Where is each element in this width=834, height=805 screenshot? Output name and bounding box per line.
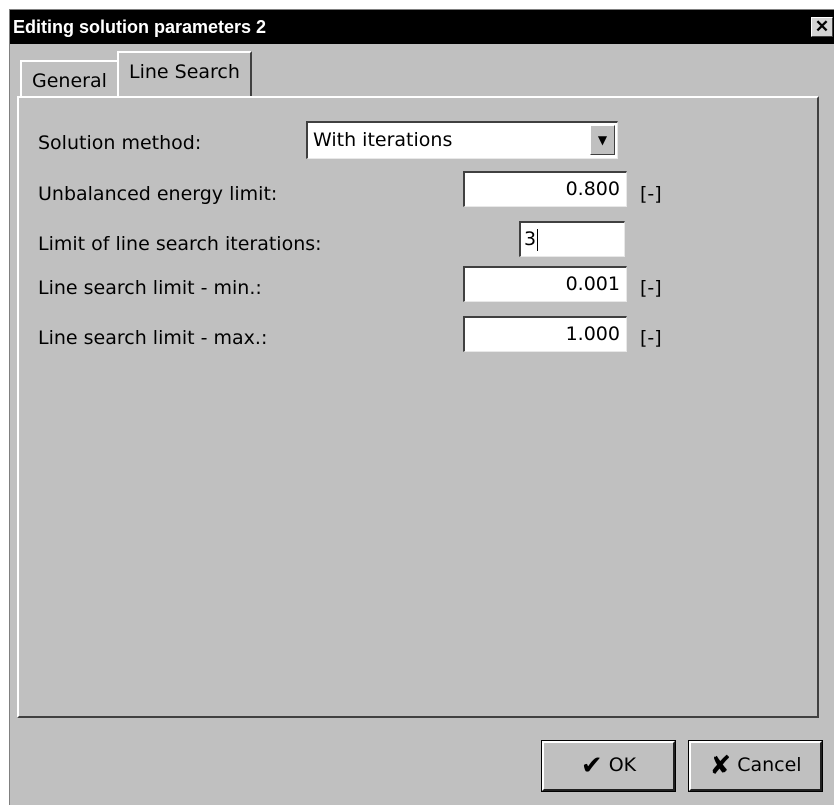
text-caret [537,228,539,251]
solution-method-select[interactable]: With iterations ▼ [306,121,618,159]
close-button[interactable]: ✕ [811,17,833,37]
close-icon: ✕ [814,17,830,36]
dropdown-arrow-glyph: ▼ [597,133,608,147]
line-search-max-label: Line search limit - max.: [38,327,268,349]
line-search-min-unit: [-] [640,277,662,299]
tab-line-search-label: Line Search [129,61,240,83]
line-search-min-input[interactable]: 0.001 [463,266,627,302]
cancel-button-label: Cancel [737,754,802,776]
line-search-min-value: 0.001 [565,273,620,295]
tab-general-label: General [32,70,107,92]
line-search-iterations-label: Limit of line search iterations: [38,233,322,255]
check-icon: ✔ [580,751,603,781]
unbalanced-energy-limit-unit: [-] [640,183,662,205]
title-bar: Editing solution parameters 2 ✕ [10,10,834,44]
line-search-min-label: Line search limit - min.: [38,277,262,299]
tab-general[interactable]: General [20,60,119,96]
tab-line-search[interactable]: Line Search [117,51,252,96]
unbalanced-energy-limit-value: 0.800 [565,178,620,200]
line-search-iterations-input[interactable]: 3 [519,221,625,257]
cancel-button[interactable]: ✘ Cancel [688,740,823,792]
window-title: Editing solution parameters 2 [13,17,267,37]
solution-method-value: With iterations [313,129,453,151]
unbalanced-energy-limit-label: Unbalanced energy limit: [38,183,278,205]
chevron-down-icon[interactable]: ▼ [590,125,615,155]
solution-method-label: Solution method: [38,132,202,154]
line-search-max-unit: [-] [640,327,662,349]
x-icon: ✘ [709,751,732,781]
line-search-iterations-value: 3 [524,228,537,250]
line-search-max-value: 1.000 [565,323,620,345]
unbalanced-energy-limit-input[interactable]: 0.800 [463,171,627,207]
ok-button[interactable]: ✔ OK [541,740,676,792]
ok-button-label: OK [608,754,637,776]
line-search-max-input[interactable]: 1.000 [463,316,627,352]
